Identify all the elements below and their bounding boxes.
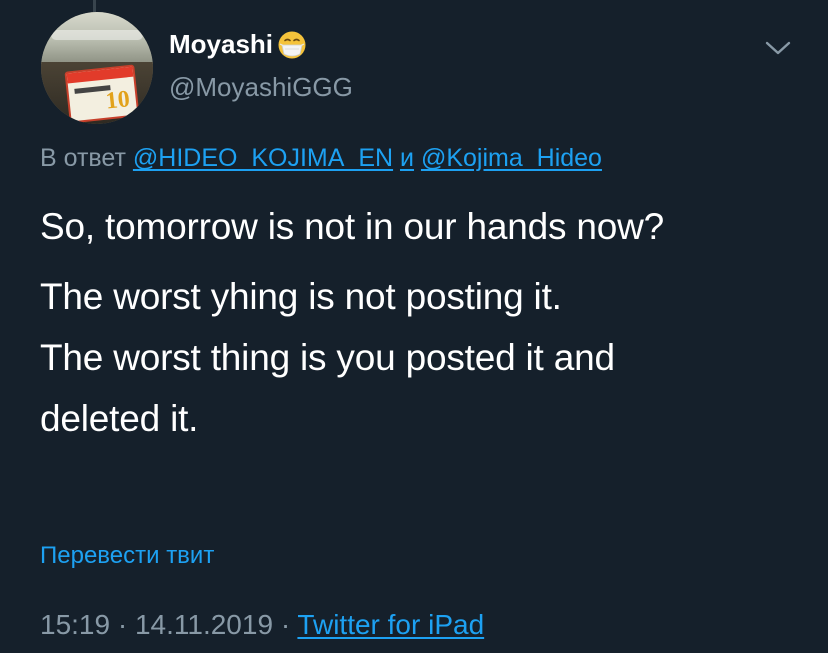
reply-context: В ответ @HIDEO_KOJIMA_EN и @Kojima_Hideo [40, 144, 602, 173]
tweet-line: deleted it. [40, 398, 199, 439]
meta-separator: · [117, 609, 128, 640]
avatar-bean-sprout-bags [41, 12, 153, 64]
reply-conjunction: и [400, 144, 414, 172]
avatar-price-tag: 10 [64, 64, 140, 124]
mention-link-kojima-en[interactable]: @HIDEO_KOJIMA_EN [133, 144, 393, 172]
author-handle[interactable]: @MoyashiGGG [169, 72, 353, 103]
tweet-date: 14.11.2019 [134, 609, 274, 640]
author-name-row[interactable]: Moyashi [169, 29, 307, 60]
thread-connector-line [93, 0, 96, 12]
mention-link-kojima-hideo[interactable]: @Kojima_Hideo [421, 144, 602, 172]
translate-tweet-link[interactable]: Перевести твит [40, 542, 214, 570]
tweet-metadata: 15:19 · 14.11.2019 · Twitter for iPad [40, 609, 484, 641]
tweet-line: So, tomorrow is not in our hands now? [40, 206, 664, 247]
author-display-name[interactable]: Moyashi [169, 29, 273, 60]
meta-separator: · [280, 609, 291, 640]
tweet-line: The worst thing is you posted it and [40, 337, 615, 378]
source-link[interactable]: Twitter for iPad [297, 609, 484, 640]
reply-prefix: В ответ [40, 144, 126, 172]
tweet-time: 15:19 [40, 609, 111, 640]
face-with-medical-mask-icon [278, 31, 306, 58]
chevron-down-icon[interactable] [764, 38, 792, 58]
avatar[interactable]: 10 [41, 12, 153, 124]
tweet-line: The worst yhing is not posting it. [40, 276, 562, 317]
tweet-text: So, tomorrow is not in our hands now? Th… [40, 196, 800, 449]
